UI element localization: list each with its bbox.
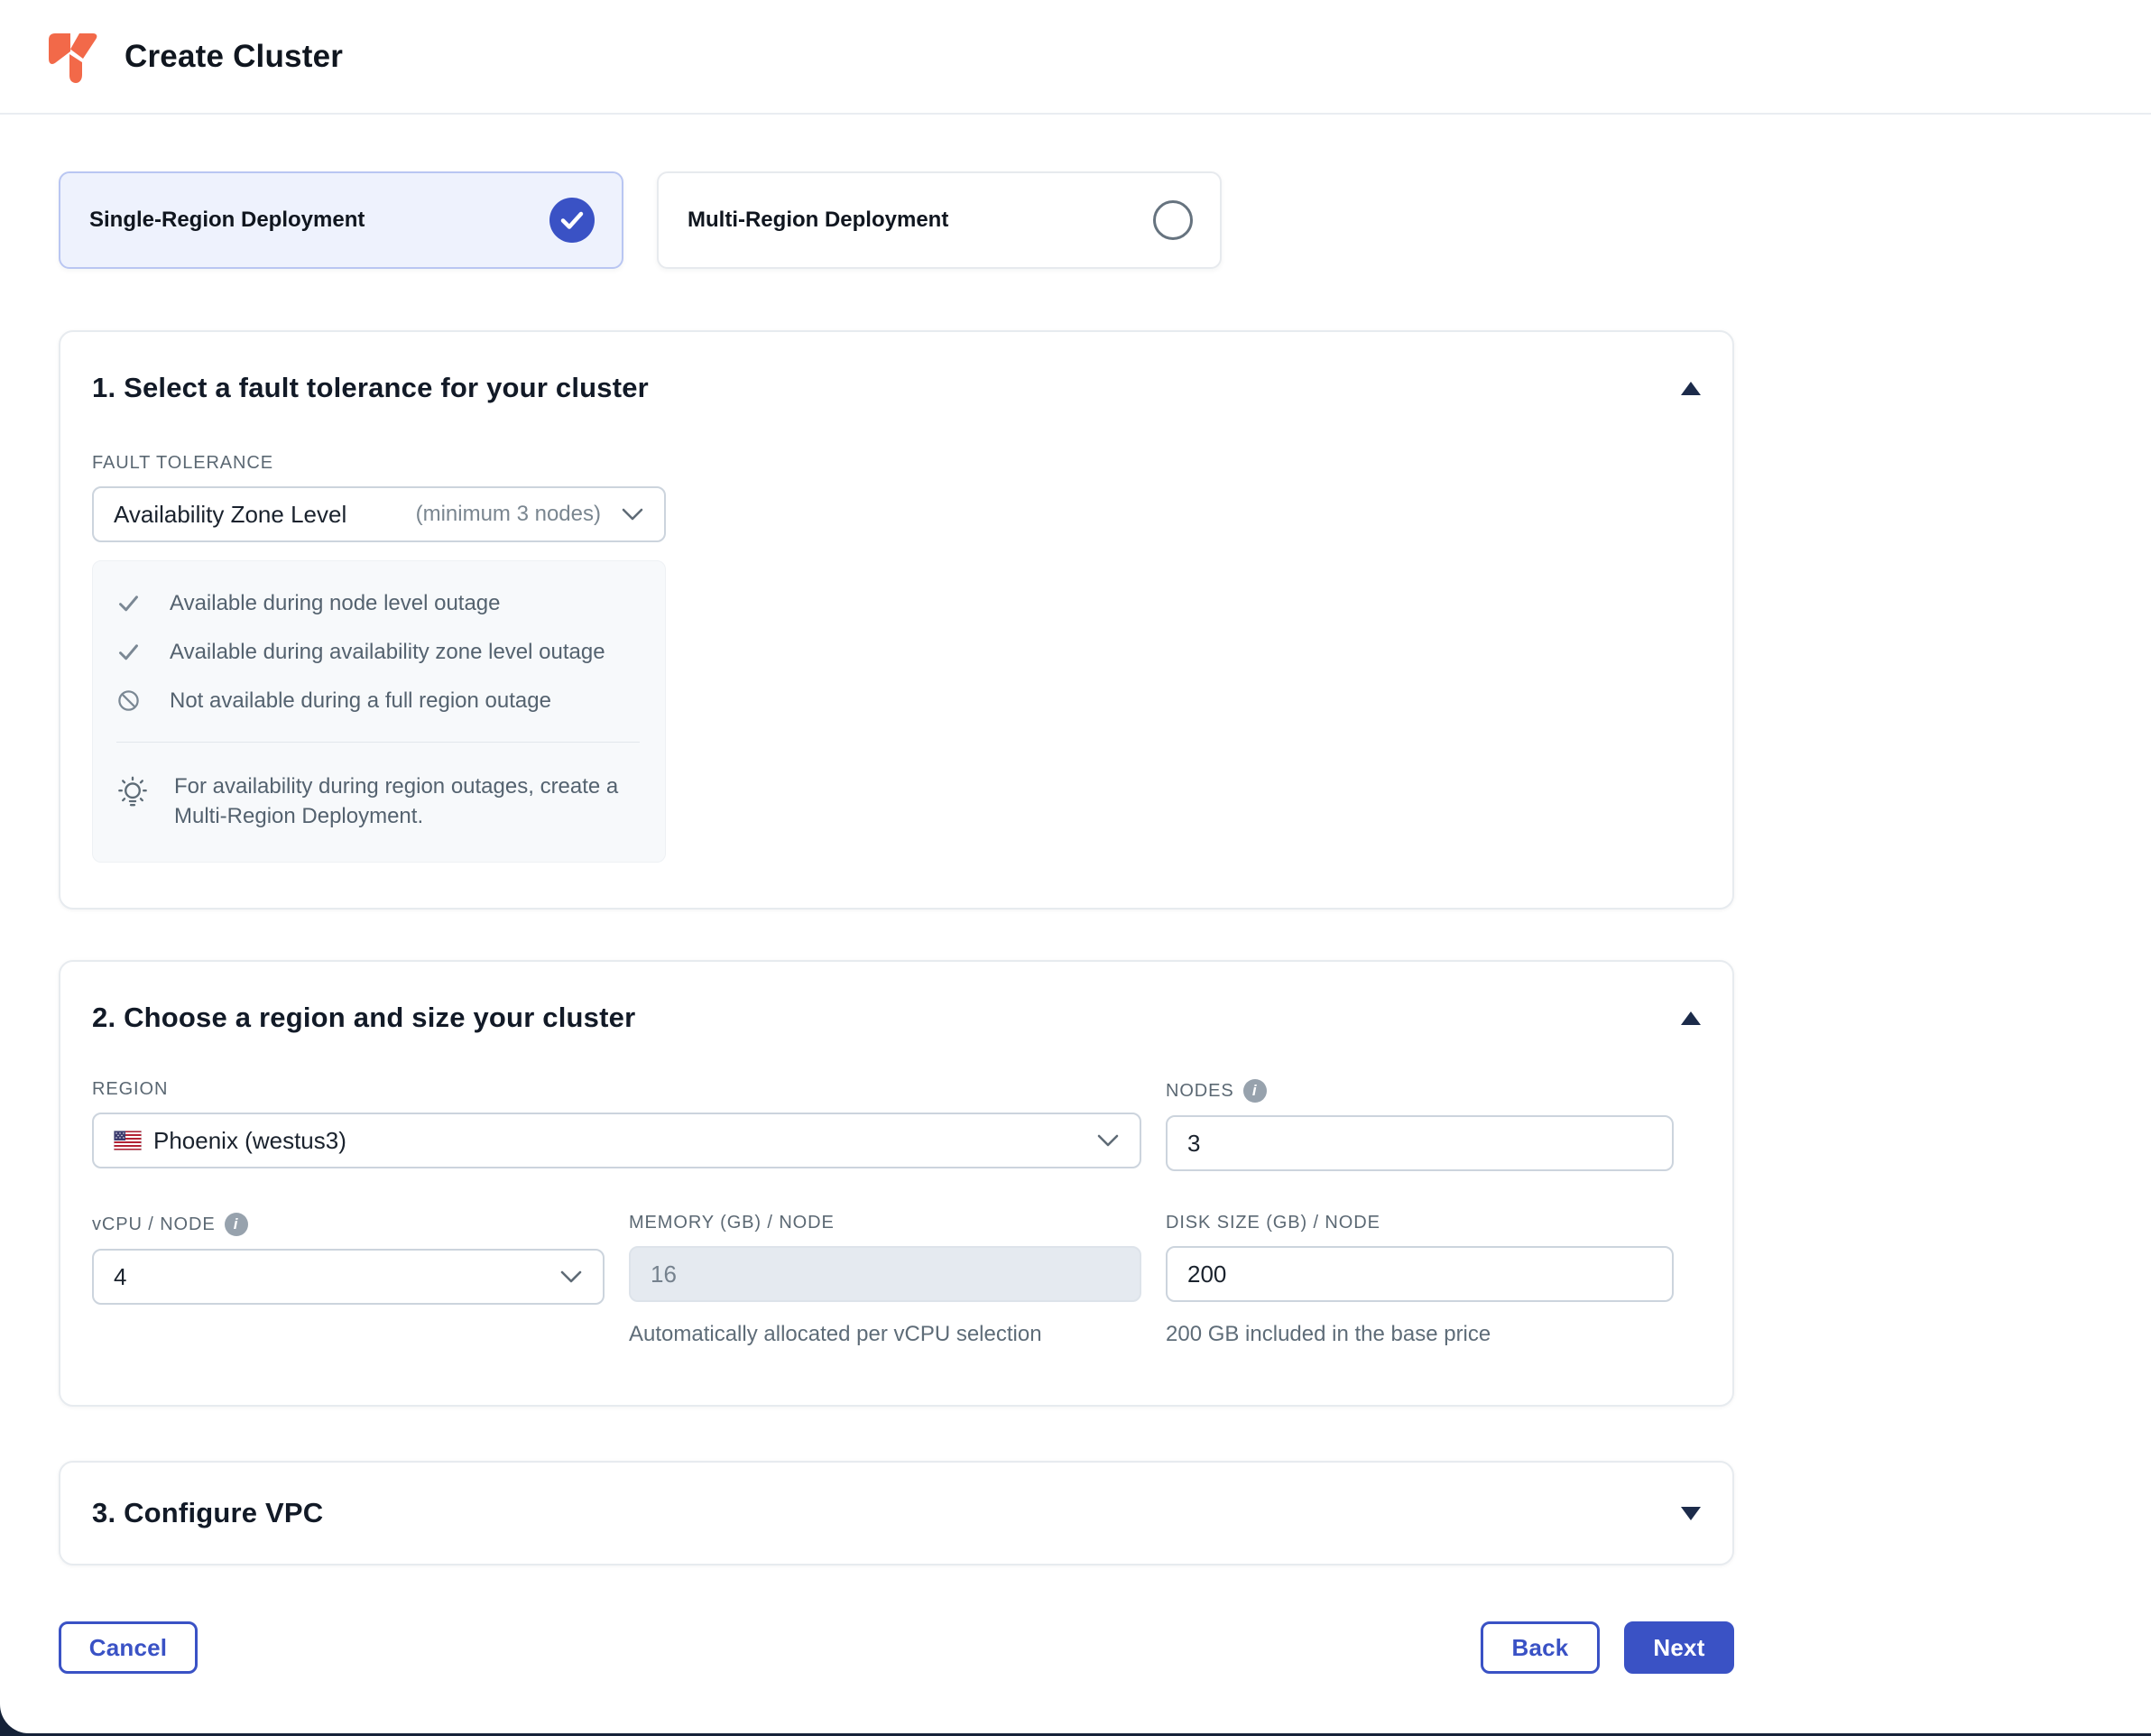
section-region-size-header[interactable]: 2. Choose a region and size your cluster [92,1002,1701,1034]
vcpu-label: vCPU / NODE [92,1214,216,1235]
disk-label: DISK SIZE (GB) / NODE [1166,1213,1674,1233]
yugabyte-logo-icon [43,28,101,86]
memory-helper: Automatically allocated per vCPU selecti… [629,1322,1141,1347]
feature-item: Available during node level outage [116,590,640,617]
deployment-option-label: Multi-Region Deployment [688,208,948,233]
section-configure-vpc-header[interactable]: 3. Configure VPC [92,1497,1701,1529]
back-button[interactable]: Back [1481,1621,1600,1674]
disk-input[interactable] [1166,1246,1674,1302]
radio-circle-icon [1153,200,1193,240]
feature-text: Available during node level outage [170,590,501,617]
chevron-down-icon [621,507,644,522]
section-title: 2. Choose a region and size your cluster [92,1002,635,1034]
memory-input [629,1246,1141,1302]
deployment-option-label: Single-Region Deployment [89,208,365,233]
feature-text: Available during availability zone level… [170,639,605,666]
region-label: REGION [92,1079,1141,1100]
nodes-input[interactable] [1166,1115,1674,1171]
page-title: Create Cluster [125,39,343,75]
fault-tolerance-value: Availability Zone Level [114,501,346,529]
feature-text: Not available during a full region outag… [170,688,551,715]
cancel-button[interactable]: Cancel [59,1621,198,1674]
region-field: REGION [92,1079,1141,1171]
nodes-field: NODES i [1166,1079,1674,1171]
section-title: 3. Configure VPC [92,1497,323,1529]
lightbulb-icon [116,773,149,813]
deployment-option-single-region[interactable]: Single-Region Deployment [59,171,623,269]
disk-field: DISK SIZE (GB) / NODE 200 GB included in… [1166,1213,1674,1347]
nodes-label: NODES [1166,1081,1234,1102]
section-fault-tolerance-header[interactable]: 1. Select a fault tolerance for your clu… [92,372,1701,404]
wizard-footer: Cancel Back Next [59,1621,1734,1674]
tip-row: For availability during region outages, … [116,771,640,831]
check-circle-icon [549,198,595,243]
wizard-content: Single-Region Deployment Multi-Region De… [0,171,1793,1674]
page-header: Create Cluster [0,0,2151,115]
check-icon [116,591,141,615]
collapse-up-icon[interactable] [1681,1011,1701,1025]
section-region-size: 2. Choose a region and size your cluster… [59,960,1734,1407]
us-flag-icon [114,1131,142,1150]
vcpu-field: vCPU / NODE i 4 [92,1213,605,1347]
size-grid: REGION [92,1079,1701,1347]
info-icon[interactable]: i [1243,1079,1267,1103]
fault-tolerance-select[interactable]: Availability Zone Level (minimum 3 nodes… [92,486,666,542]
region-select[interactable]: Phoenix (westus3) [92,1113,1141,1168]
panel-divider [116,742,640,743]
memory-field: MEMORY (GB) / NODE Automatically allocat… [629,1213,1141,1347]
vcpu-select[interactable]: 4 [92,1249,605,1305]
section-fault-tolerance: 1. Select a fault tolerance for your clu… [59,330,1734,910]
memory-label: MEMORY (GB) / NODE [629,1213,1141,1233]
next-button[interactable]: Next [1624,1621,1734,1674]
vcpu-value: 4 [114,1263,126,1291]
chevron-down-icon [1096,1133,1120,1148]
deployment-option-multi-region[interactable]: Multi-Region Deployment [657,171,1222,269]
feature-item: Not available during a full region outag… [116,688,640,715]
section-configure-vpc: 3. Configure VPC [59,1461,1734,1565]
collapse-down-icon[interactable] [1681,1507,1701,1520]
chevron-down-icon [559,1270,583,1284]
section-title: 1. Select a fault tolerance for your clu… [92,372,649,404]
create-cluster-page: Create Cluster Single-Region Deployment … [0,0,2151,1733]
deployment-type-selector: Single-Region Deployment Multi-Region De… [59,171,1793,269]
region-value: Phoenix (westus3) [153,1127,346,1155]
feature-item: Available during availability zone level… [116,639,640,666]
collapse-up-icon[interactable] [1681,382,1701,395]
info-icon[interactable]: i [225,1213,248,1236]
fault-tolerance-info-panel: Available during node level outage Avail… [92,560,666,863]
check-icon [116,640,141,664]
tip-text: For availability during region outages, … [174,771,640,831]
ban-icon [116,688,141,713]
disk-helper: 200 GB included in the base price [1166,1322,1674,1347]
fault-tolerance-hint: (minimum 3 nodes) [416,502,601,527]
fault-tolerance-label: FAULT TOLERANCE [92,453,1701,474]
